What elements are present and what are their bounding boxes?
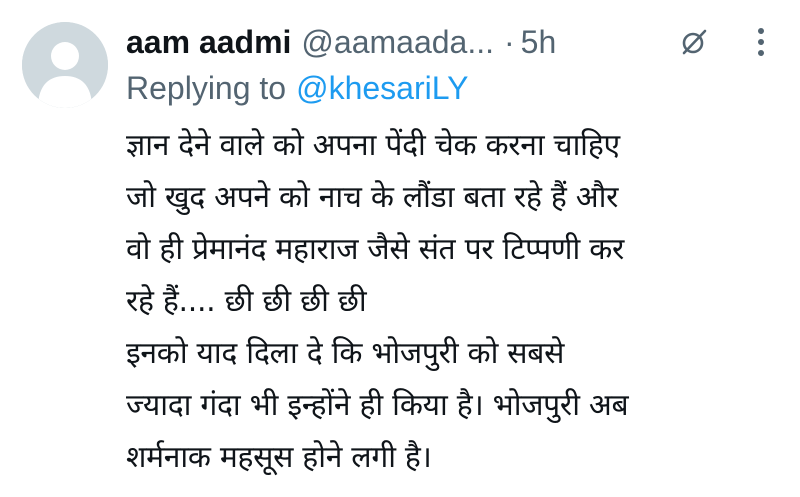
tweet-text-line: ज्ञान देने वाले को अपना पेंदी चेक करना च…: [126, 128, 620, 163]
tweet-text-line: जो खुद अपने को नाच के लौंडा बता रहे हैं …: [126, 180, 619, 215]
author-handle[interactable]: @aamaada...: [301, 24, 494, 61]
more-vertical-icon[interactable]: [752, 24, 770, 60]
reply-prefix: Replying to: [126, 69, 287, 106]
reply-context: Replying to @khesariLY: [126, 66, 469, 110]
default-profile-icon: [22, 22, 108, 108]
tweet-text-line: वो ही प्रेमानंद महाराज जैसे संत पर टिप्प…: [126, 232, 624, 267]
tweet-text-line: शर्मनाक महसूस होने लगी है।: [126, 440, 432, 475]
reply-user-link[interactable]: @khesariLY: [296, 70, 468, 107]
header-separator: ·: [504, 23, 515, 60]
tweet-text: ज्ञान देने वाले को अपना पेंदी चेक करना च…: [126, 120, 786, 484]
tweet-text-line: इनको याद दिला दे कि भोजपुरी को सबसे: [126, 336, 565, 371]
tweet-text-line: रहे हैं.... छी छी छी छी: [126, 284, 367, 319]
tweet-timestamp[interactable]: 5h: [521, 24, 557, 61]
edited-icon[interactable]: [678, 26, 710, 58]
tweet-text-line: ज्यादा गंदा भी इन्होंने ही किया है। भोजप…: [126, 388, 629, 423]
tweet-header: aam aadmi @aamaada... · 5h: [126, 20, 556, 64]
author-name[interactable]: aam aadmi: [126, 24, 291, 61]
tweet-card[interactable]: aam aadmi @aamaada... · 5h Replying to @…: [0, 0, 800, 497]
avatar[interactable]: [22, 22, 108, 108]
